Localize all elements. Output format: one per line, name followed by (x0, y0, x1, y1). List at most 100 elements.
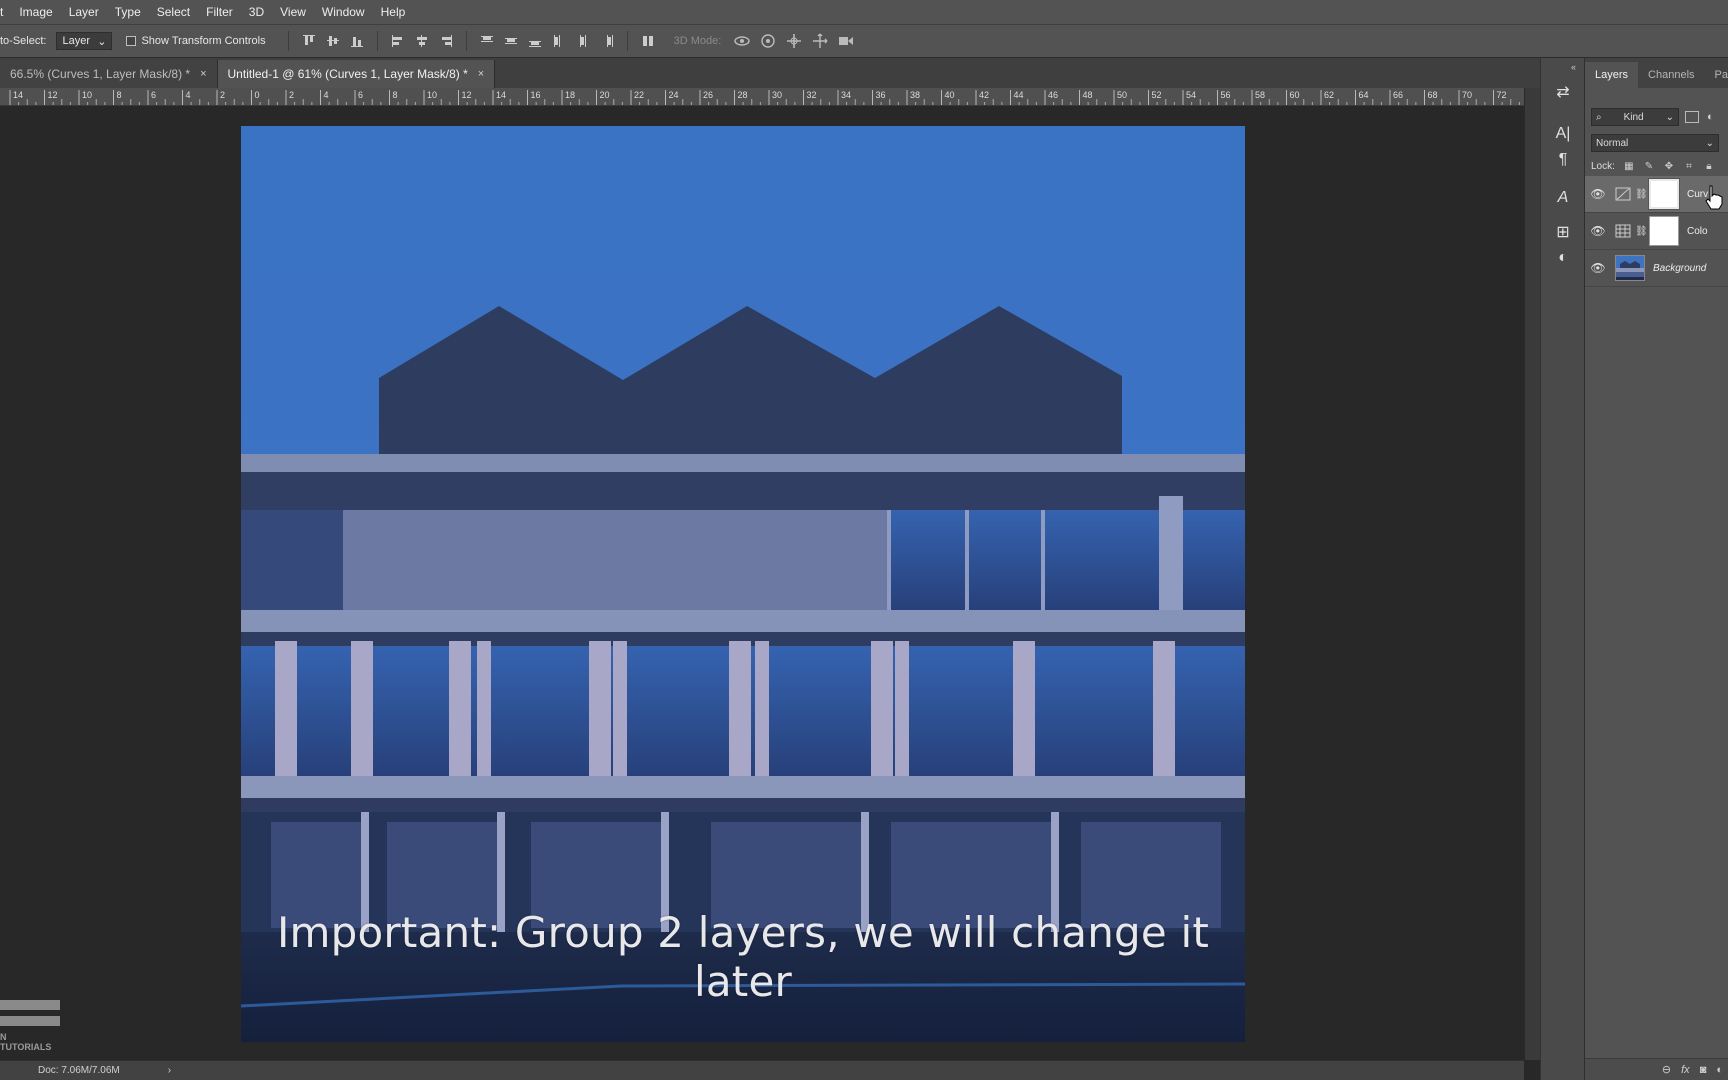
close-icon[interactable]: × (200, 68, 206, 80)
new-adjustment-icon[interactable]: ◐ (1716, 1064, 1723, 1076)
tab-layers[interactable]: Layers (1585, 62, 1639, 88)
lock-transparent-icon[interactable]: ▦ (1623, 160, 1635, 172)
layer-color-lookup[interactable]: 👁︎ ⛓︎ Colo (1585, 213, 1728, 250)
tab-untitled-1[interactable]: Untitled-1 @ 61% (Curves 1, Layer Mask/8… (217, 60, 496, 88)
eye-icon[interactable]: 👁︎ (1585, 261, 1611, 275)
auto-select-dropdown[interactable]: Layer ⌄ (56, 32, 113, 50)
ruler-label: 0 (255, 90, 260, 100)
menu-3d[interactable]: 3D (241, 0, 272, 24)
tab-document-1[interactable]: 66.5% (Curves 1, Layer Mask/8) * × (0, 60, 218, 88)
menu-help[interactable]: Help (373, 0, 414, 24)
align-vcenter-icon[interactable] (325, 33, 341, 49)
lock-pixels-icon[interactable]: ✎ (1643, 160, 1655, 172)
ruler-label: 4 (324, 90, 329, 100)
kind-filter-dropdown[interactable]: ⌕ Kind ⌄ (1591, 108, 1679, 126)
ruler-label: 14 (13, 90, 23, 100)
ruler-label: 42 (979, 90, 989, 100)
chain-link-icon[interactable]: ⛓︎ (1635, 189, 1648, 200)
chevron-down-icon: ⌄ (97, 35, 107, 48)
align-right-icon[interactable] (438, 33, 454, 49)
menu-type[interactable]: Type (107, 0, 149, 24)
vertical-scrollbar[interactable] (1524, 88, 1540, 1060)
ruler-label: 30 (772, 90, 782, 100)
ruler-label: 32 (807, 90, 817, 100)
close-icon[interactable]: × (478, 68, 484, 80)
layer-list: 👁︎ ⛓︎ Curv 👁︎ ⛓︎ Colo 👁︎ Background (1585, 176, 1728, 287)
lock-row: Lock: ▦ ✎ ✥ ⌗ 🔒︎ (1591, 160, 1715, 172)
menu-filter[interactable]: Filter (198, 0, 241, 24)
layer-background[interactable]: 👁︎ Background (1585, 250, 1728, 287)
roll-3d-icon[interactable] (759, 33, 777, 49)
chevron-down-icon: ⌄ (1705, 137, 1714, 149)
align-top-icon[interactable] (301, 33, 317, 49)
align-left-icon[interactable] (390, 33, 406, 49)
canvas-workspace[interactable]: Important: Group 2 layers, we will chang… (0, 106, 1524, 1060)
eye-icon[interactable]: 👁︎ (1585, 224, 1611, 238)
character-icon[interactable]: A| (1551, 122, 1575, 146)
orbit-3d-icon[interactable] (733, 33, 751, 49)
canvas-caption: Important: Group 2 layers, we will chang… (276, 908, 1210, 1006)
ruler-label: 64 (1359, 90, 1369, 100)
scale-3d-icon[interactable] (837, 33, 855, 49)
chain-link-icon[interactable]: ⛓︎ (1635, 226, 1648, 237)
tab-channels[interactable]: Channels (1638, 62, 1704, 88)
link-layers-icon[interactable]: ⊖ (1662, 1063, 1671, 1076)
menu-image[interactable]: Image (11, 0, 60, 24)
document-canvas[interactable]: Important: Group 2 layers, we will chang… (241, 126, 1245, 1042)
drag-3d-icon[interactable] (785, 33, 803, 49)
ruler-label: 40 (945, 90, 955, 100)
ruler-label: 22 (634, 90, 644, 100)
building-photo (241, 126, 1245, 1042)
show-transform-checkbox[interactable] (126, 36, 137, 46)
blend-mode-dropdown[interactable]: Normal ⌄ (1591, 134, 1719, 152)
distribute-hcenter-icon[interactable] (575, 33, 591, 49)
distribute-left-icon[interactable] (551, 33, 567, 49)
distribute-top-icon[interactable] (479, 33, 495, 49)
layers-panel-footer: ⊖ fx ◙ ◐ (1585, 1058, 1728, 1080)
collapse-panel-icon[interactable]: « (1571, 62, 1576, 72)
layer-mask-thumbnail[interactable] (1649, 216, 1679, 246)
layer-mask-thumbnail[interactable] (1648, 178, 1680, 210)
lock-all-icon[interactable]: 🔒︎ (1703, 160, 1715, 172)
distribute-bottom-icon[interactable] (527, 33, 543, 49)
distribute-right-icon[interactable] (599, 33, 615, 49)
auto-align-icon[interactable] (640, 33, 656, 49)
lock-position-icon[interactable]: ✥ (1663, 160, 1675, 172)
align-bottom-icon[interactable] (349, 33, 365, 49)
menu-fragment[interactable]: t (0, 0, 11, 24)
ruler-label: 4 (186, 90, 191, 100)
tab-paths[interactable]: Paths (1705, 62, 1728, 88)
ruler-label: 52 (1152, 90, 1162, 100)
add-mask-icon[interactable]: ◙ (1700, 1064, 1707, 1076)
distribute-vcenter-icon[interactable] (503, 33, 519, 49)
properties-icon[interactable]: ⊞ (1551, 220, 1575, 244)
align-icons-group (297, 31, 660, 51)
menu-window[interactable]: Window (314, 0, 373, 24)
slide-3d-icon[interactable] (811, 33, 829, 49)
menu-select[interactable]: Select (149, 0, 198, 24)
layer-curves[interactable]: 👁︎ ⛓︎ Curv (1585, 176, 1728, 213)
image-filter-icon[interactable] (1685, 111, 1699, 123)
status-menu-arrow[interactable]: › (168, 1065, 171, 1076)
artboard-icon[interactable]: ⌗ (1683, 160, 1695, 172)
menu-layer[interactable]: Layer (61, 0, 107, 24)
adjustment-filter-icon[interactable]: ◐ (1707, 111, 1714, 123)
menu-bar: t Image Layer Type Select Filter 3D View… (0, 0, 1728, 24)
align-hcenter-icon[interactable] (414, 33, 430, 49)
adjustments-icon[interactable]: ◐ (1551, 246, 1575, 270)
eye-icon[interactable]: 👁︎ (1585, 187, 1611, 201)
paragraph-icon[interactable]: ¶ (1551, 148, 1575, 172)
divider (287, 31, 289, 51)
ruler-label: 68 (1428, 90, 1438, 100)
ruler-label: 18 (565, 90, 575, 100)
hand-cursor-icon (1705, 185, 1723, 210)
fx-icon[interactable]: fx (1681, 1064, 1690, 1076)
search-icon: ⌕ (1596, 111, 1602, 123)
history-icon[interactable]: ⇄ (1551, 80, 1575, 104)
ruler-label: 12 (462, 90, 472, 100)
status-bar: Doc: 7.06M/7.06M › (0, 1060, 1524, 1080)
ruler-label: 14 (496, 90, 506, 100)
menu-view[interactable]: View (272, 0, 314, 24)
3d-mode-label: 3D Mode: (673, 35, 722, 47)
glyphs-icon[interactable]: A (1551, 186, 1575, 210)
